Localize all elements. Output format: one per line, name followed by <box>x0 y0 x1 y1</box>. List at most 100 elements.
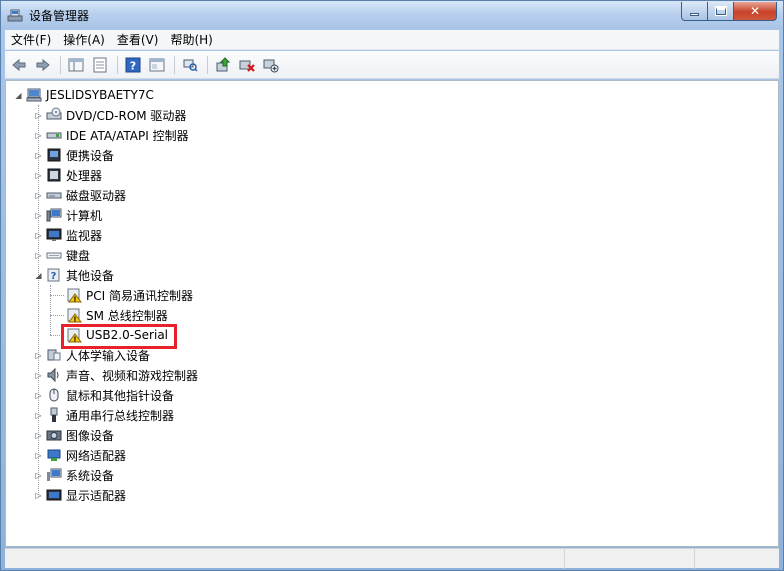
expand-arrow-icon[interactable]: ▷ <box>34 431 43 440</box>
tree-item-hid[interactable]: ▷ 人体学输入设备 <box>34 345 150 365</box>
update-driver-button[interactable] <box>212 54 234 76</box>
toolbar-separator <box>207 55 208 74</box>
expand-arrow-icon[interactable]: ▷ <box>34 491 43 500</box>
uninstall-button[interactable] <box>236 54 258 76</box>
device-tree[interactable]: ◢ JESLIDSYBAETY7C ▷ DVD/CD-ROM 驱动器 ▷ IDE… <box>5 80 779 547</box>
menu-file[interactable]: 文件(F) <box>5 30 57 50</box>
collapse-arrow-icon[interactable]: ◢ <box>14 91 23 100</box>
tree-item-system[interactable]: ▷ 系统设备 <box>34 465 114 485</box>
unknown-device-icon: ? <box>47 268 60 282</box>
tree-item-label: 图像设备 <box>66 428 115 443</box>
tree-item-processor[interactable]: ▷ 处理器 <box>34 165 102 185</box>
title-bar[interactable]: 设备管理器 ✕ <box>1 1 783 29</box>
collapse-arrow-icon[interactable]: ◢ <box>34 271 43 280</box>
expand-arrow-icon[interactable]: ▷ <box>34 351 43 360</box>
tree-root[interactable]: ◢ JESLIDSYBAETY7C <box>14 85 154 105</box>
toolbar-separator <box>117 55 118 74</box>
tree-item-network[interactable]: ▷ 网络适配器 <box>34 445 126 465</box>
root-label: JESLIDSYBAETY7C <box>46 88 154 102</box>
display-adapter-icon <box>46 489 62 501</box>
toolbar: ? <box>5 51 779 79</box>
tree-item-ide[interactable]: ▷ IDE ATA/ATAPI 控制器 <box>34 125 189 145</box>
expand-arrow-icon[interactable]: ▷ <box>34 171 43 180</box>
menu-view[interactable]: 查看(V) <box>111 30 165 50</box>
tree-item-label: 系统设备 <box>66 468 115 483</box>
window-controls: ✕ <box>681 2 777 21</box>
computer-root-icon <box>26 88 42 102</box>
back-button[interactable] <box>8 54 30 76</box>
expand-arrow-icon[interactable]: ▷ <box>34 211 43 220</box>
status-pane-secondary <box>565 549 695 569</box>
disk-drive-icon <box>46 192 62 199</box>
tree-item-mouse[interactable]: ▷ 鼠标和其他指针设备 <box>34 385 174 405</box>
close-button[interactable]: ✕ <box>734 2 777 21</box>
expand-arrow-icon[interactable]: ▷ <box>34 471 43 480</box>
scan-hardware-button[interactable] <box>179 54 201 76</box>
tree-item-sound[interactable]: ▷ 声音、视频和游戏控制器 <box>34 365 198 385</box>
system-device-icon <box>47 468 62 481</box>
expand-arrow-icon[interactable]: ▷ <box>34 231 43 240</box>
imaging-device-icon <box>46 430 62 441</box>
expand-arrow-icon[interactable]: ▷ <box>34 451 43 460</box>
tree-item-monitor[interactable]: ▷ 监视器 <box>34 225 102 245</box>
tree-item-keyboard[interactable]: ▷ 键盘 <box>34 245 90 265</box>
hid-icon <box>47 349 61 361</box>
expand-arrow-icon[interactable]: ▷ <box>34 251 43 260</box>
tree-line <box>50 285 51 335</box>
svg-text:!: ! <box>73 316 76 324</box>
tree-item-usb[interactable]: ▷ 通用串行总线控制器 <box>34 405 174 425</box>
expand-arrow-icon[interactable]: ▷ <box>34 391 43 400</box>
tree-item-disk[interactable]: ▷ 磁盘驱动器 <box>34 185 126 205</box>
warning-device-icon: ! <box>67 288 82 303</box>
expand-arrow-icon[interactable]: ▷ <box>34 111 43 120</box>
tree-item-portable[interactable]: ▷ 便携设备 <box>34 145 114 165</box>
tree-item-label: 键盘 <box>66 248 91 263</box>
properties-button[interactable] <box>89 54 111 76</box>
expand-arrow-icon[interactable]: ▷ <box>34 411 43 420</box>
expand-arrow-icon[interactable]: ▷ <box>34 371 43 380</box>
close-icon: ✕ <box>749 4 761 18</box>
tree-item-label: 人体学输入设备 <box>66 348 151 363</box>
help-button[interactable]: ? <box>122 54 144 76</box>
tree-item-computer[interactable]: ▷ 计算机 <box>34 205 102 225</box>
forward-button[interactable] <box>32 54 54 76</box>
monitor-icon <box>46 228 62 241</box>
sound-icon <box>47 367 59 383</box>
tree-item-label: 鼠标和其他指针设备 <box>66 388 175 403</box>
disable-device-button[interactable] <box>260 54 282 76</box>
tree-item-display[interactable]: ▷ 显示适配器 <box>34 485 126 505</box>
help-icon: ? <box>125 57 141 72</box>
show-hide-tree-button[interactable] <box>65 54 87 76</box>
minimize-icon <box>690 12 699 16</box>
view-button[interactable] <box>146 54 168 76</box>
tree-item-label: 监视器 <box>66 228 103 243</box>
expand-arrow-icon[interactable]: ▷ <box>34 151 43 160</box>
scan-hardware-icon <box>183 59 198 72</box>
disable-device-icon <box>263 59 279 72</box>
minimize-button[interactable] <box>681 2 708 21</box>
tree-item-imaging[interactable]: ▷ 图像设备 <box>34 425 114 445</box>
status-bar <box>5 548 779 569</box>
tree-item-label: 便携设备 <box>66 148 115 163</box>
maximize-button[interactable] <box>708 2 734 21</box>
tree-item-label: 声音、视频和游戏控制器 <box>66 368 199 383</box>
tree-item-label: DVD/CD-ROM 驱动器 <box>66 108 187 123</box>
usb-icon <box>50 407 58 422</box>
expand-arrow-icon[interactable]: ▷ <box>34 131 43 140</box>
menu-help[interactable]: 帮助(H) <box>164 30 218 50</box>
menu-action[interactable]: 操作(A) <box>57 30 111 50</box>
tree-item-label: IDE ATA/ATAPI 控制器 <box>66 128 189 143</box>
ide-controller-icon <box>46 132 62 139</box>
svg-text:?: ? <box>130 59 136 72</box>
expand-arrow-icon[interactable]: ▷ <box>34 191 43 200</box>
tree-item-label: 磁盘驱动器 <box>66 188 127 203</box>
tree-child-sm-bus[interactable]: ! SM 总线控制器 <box>66 305 168 325</box>
back-icon <box>12 58 26 71</box>
tree-child-pci[interactable]: ! PCI 简易通讯控制器 <box>66 285 193 305</box>
tree-item-dvd[interactable]: ▷ DVD/CD-ROM 驱动器 <box>34 105 186 125</box>
tree-item-other-devices[interactable]: ◢ ? 其他设备 <box>34 265 114 285</box>
portable-device-icon <box>47 148 61 162</box>
forward-icon <box>36 58 50 71</box>
status-pane-main <box>5 549 565 569</box>
warning-device-icon: ! <box>67 308 82 324</box>
